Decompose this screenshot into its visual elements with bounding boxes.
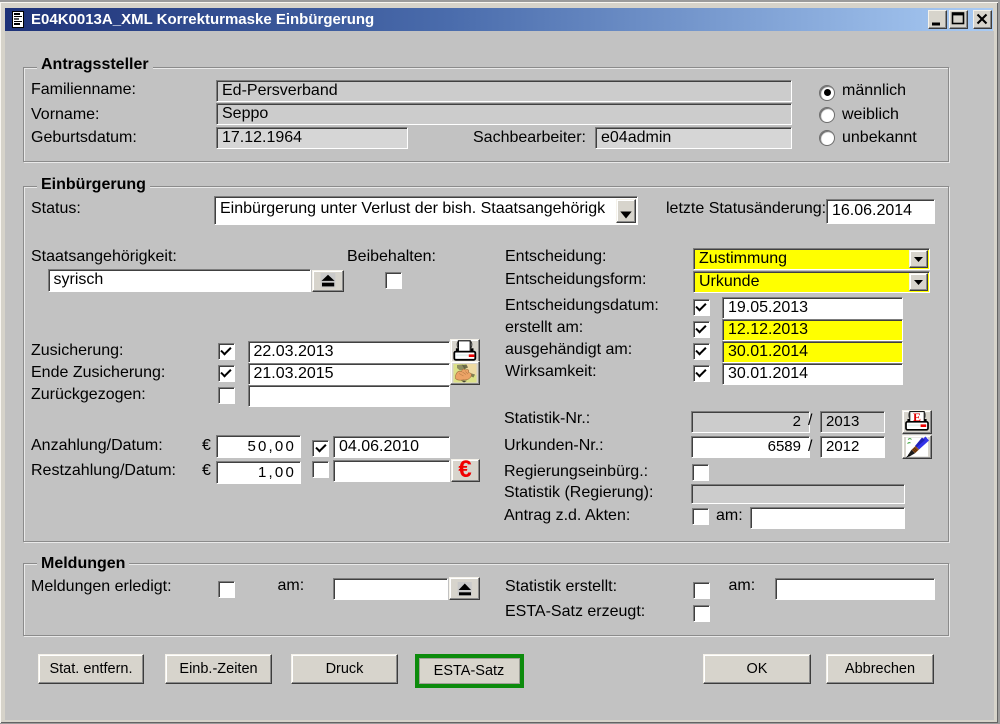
svg-text:E: E: [913, 410, 921, 424]
